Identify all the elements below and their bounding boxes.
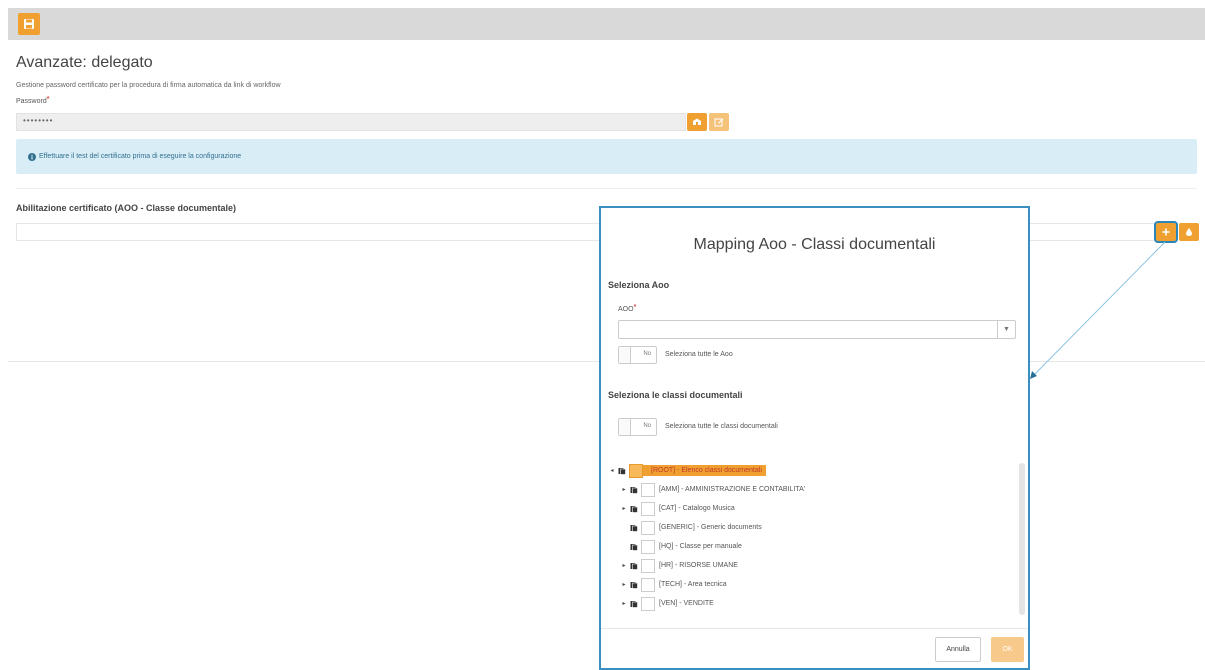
aoo-label-text: AOO	[618, 306, 634, 313]
drop-mapping-button[interactable]	[1179, 223, 1199, 241]
tree-checkbox[interactable]	[641, 577, 655, 592]
tree-checkbox[interactable]	[641, 501, 655, 516]
folder-icon	[630, 486, 638, 494]
tree-checkbox[interactable]	[629, 463, 643, 478]
tree-node-label: [GENERIC] - Generic documents	[659, 524, 762, 531]
edit-icon	[714, 118, 724, 127]
expand-arrow-icon[interactable]: ◂	[608, 467, 616, 474]
ok-button[interactable]: OK	[991, 637, 1024, 662]
tree-node-label: [VEN] - VENDITE	[659, 600, 714, 607]
folder-icon	[630, 524, 638, 532]
password-label-text: Password	[16, 98, 47, 105]
folder-icon	[630, 505, 638, 513]
edit-password-button[interactable]	[709, 113, 729, 131]
toggle-knob	[619, 419, 631, 435]
tree-scrollbar[interactable]	[1019, 463, 1025, 615]
folder-icon	[630, 543, 638, 551]
tree-checkbox[interactable]	[641, 558, 655, 573]
save-button[interactable]	[18, 13, 40, 35]
save-icon	[24, 19, 34, 29]
page-title: Avanzate: delegato	[16, 54, 153, 71]
cert-section-title: Abilitazione certificato (AOO - Classe d…	[16, 203, 237, 213]
modal-footer-divider	[601, 628, 1028, 629]
modal-title: Mapping Aoo - Classi documentali	[693, 236, 936, 253]
tree-node-label: [HR] - RISORSE UMANE	[659, 562, 738, 569]
toggle-knob	[619, 347, 631, 363]
aoo-select[interactable]: ▼	[618, 320, 1016, 339]
test-certificate-button[interactable]	[687, 113, 707, 131]
tree-checkbox[interactable]	[641, 539, 655, 554]
tree-checkbox[interactable]	[641, 520, 655, 535]
info-text: Effettuare il test del certificato prima…	[39, 153, 242, 160]
select-all-aoo-toggle[interactable]: No	[618, 346, 657, 364]
page-description: Gestione password certificato per la pro…	[16, 82, 281, 89]
aoo-label: AOO*	[618, 304, 637, 313]
folder-icon	[630, 581, 638, 589]
certificate-icon	[693, 118, 701, 125]
expand-arrow-icon[interactable]: ▸	[620, 600, 628, 607]
toggle-state: No	[643, 351, 651, 357]
expand-arrow-icon[interactable]: ▸	[620, 581, 628, 588]
aoo-section-title: Seleziona Aoo	[608, 280, 670, 290]
classes-section-title: Seleziona le classi documentali	[608, 390, 743, 400]
expand-arrow-icon[interactable]: ▸	[620, 505, 628, 512]
tree-node-label: [TECH] - Area tecnica	[659, 581, 727, 588]
tree-checkbox[interactable]	[641, 482, 655, 497]
tree-node-root[interactable]: ◂ [ROOT] - Elenco classi documentali	[608, 463, 766, 478]
cancel-button[interactable]: Annulla	[935, 637, 981, 662]
tree-node-label: [AMM] - AMMINISTRAZIONE E CONTABILITA'	[659, 486, 806, 493]
folder-icon	[618, 467, 626, 475]
plus-icon	[1162, 228, 1170, 236]
tree-node-tech[interactable]: ▸ [TECH] - Area tecnica	[620, 577, 727, 592]
tree-node-cat[interactable]: ▸ [CAT] - Catalogo Musica	[620, 501, 735, 516]
tree-node-label: [CAT] - Catalogo Musica	[659, 505, 735, 512]
select-all-classes-toggle[interactable]: No	[618, 418, 657, 436]
select-all-aoo-label: Seleziona tutte le Aoo	[665, 351, 733, 358]
tree-node-label: [HQ] - Classe per manuale	[659, 543, 742, 550]
section-divider	[16, 188, 1197, 189]
tree-node-label: [ROOT] - Elenco classi documentali	[629, 465, 766, 476]
required-mark: *	[46, 96, 50, 103]
tree-node-hr[interactable]: ▸ [HR] - RISORSE UMANE	[620, 558, 738, 573]
tree-node-amm[interactable]: ▸ [AMM] - AMMINISTRAZIONE E CONTABILITA'	[620, 482, 805, 497]
expand-arrow-icon[interactable]: ▸	[620, 486, 628, 493]
drop-icon	[1186, 228, 1192, 236]
password-label: Password*	[16, 96, 50, 105]
folder-icon	[630, 600, 638, 608]
top-toolbar	[8, 8, 1205, 40]
add-mapping-button[interactable]	[1154, 221, 1178, 243]
mapping-modal: Mapping Aoo - Classi documentali Selezio…	[599, 206, 1030, 670]
password-field[interactable]: ••••••••	[16, 113, 686, 131]
tree-node-ven[interactable]: ▸ [VEN] - VENDITE	[620, 596, 714, 611]
select-all-classes-label: Seleziona tutte le classi documentali	[665, 423, 778, 430]
info-icon	[28, 152, 36, 161]
tree-checkbox[interactable]	[641, 596, 655, 611]
expand-arrow-icon[interactable]: ▸	[620, 562, 628, 569]
required-mark: *	[633, 304, 637, 311]
tree-node-hq[interactable]: ▸ [HQ] - Classe per manuale	[620, 539, 742, 554]
info-alert: Effettuare il test del certificato prima…	[16, 139, 1197, 174]
toggle-state: No	[643, 423, 651, 429]
tree-node-generic[interactable]: ▸ [GENERIC] - Generic documents	[620, 520, 762, 535]
folder-icon	[630, 562, 638, 570]
chevron-down-icon[interactable]: ▼	[997, 321, 1015, 338]
